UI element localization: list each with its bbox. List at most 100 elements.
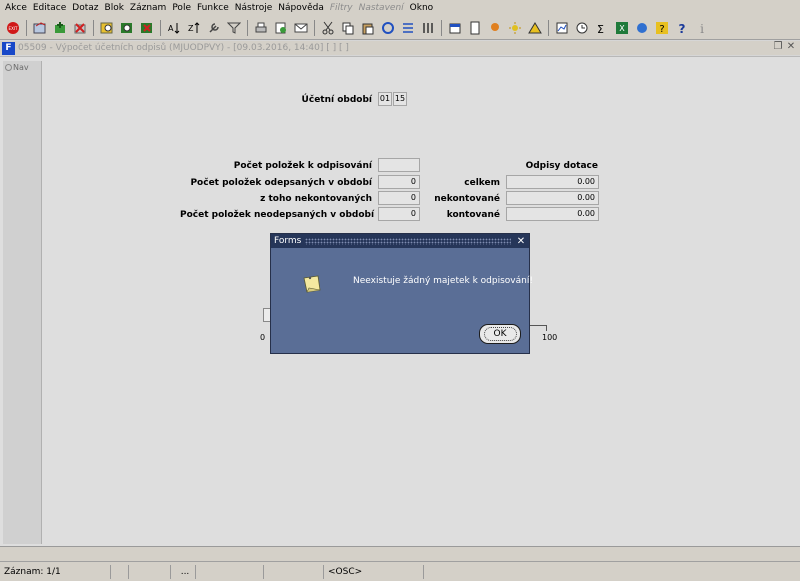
- items-depreciated-field[interactable]: 0: [378, 175, 420, 189]
- close-icon[interactable]: ✕: [786, 41, 796, 52]
- toolbar-separator: [548, 20, 549, 36]
- cut-icon[interactable]: [320, 20, 336, 36]
- period-month-field[interactable]: 01: [378, 92, 392, 106]
- sort-ascending-icon[interactable]: A: [166, 20, 182, 36]
- delete-record-icon[interactable]: [72, 20, 88, 36]
- ok-button[interactable]: OK: [479, 324, 521, 344]
- nav-panel: Nav: [3, 61, 42, 544]
- period-year-field[interactable]: 15: [393, 92, 407, 106]
- menu-item-napoveda[interactable]: Nápověda: [275, 0, 327, 17]
- progress-min-label: 0: [260, 333, 266, 342]
- menu-item-nastroje[interactable]: Nástroje: [232, 0, 276, 17]
- print-icon[interactable]: [253, 20, 269, 36]
- menu-item-zaznam[interactable]: Záznam: [127, 0, 169, 17]
- context-help-icon[interactable]: ?: [674, 20, 690, 36]
- filter-icon[interactable]: [226, 20, 242, 36]
- svg-text:?: ?: [659, 24, 664, 35]
- globe-icon[interactable]: [634, 20, 650, 36]
- toolbar-separator: [441, 20, 442, 36]
- items-not-depreciated-label: Počet položek neodepsaných v období: [180, 210, 375, 220]
- status-record: Záznam: 1/1: [4, 566, 61, 577]
- ok-button-label: OK: [483, 327, 517, 341]
- dialog-titlebar[interactable]: Forms ✕: [271, 234, 529, 248]
- toolbar-separator: [314, 20, 315, 36]
- insert-record-icon[interactable]: [52, 20, 68, 36]
- window-title: 05509 - Výpočet účetních odpisů (MJUODPV…: [18, 43, 349, 53]
- clock-icon[interactable]: [574, 20, 590, 36]
- sort-descending-icon[interactable]: Z: [186, 20, 202, 36]
- window-controls: ❐ ✕: [773, 41, 796, 52]
- menu-item-akce[interactable]: Akce: [2, 0, 30, 17]
- nav-label: Nav: [13, 63, 29, 72]
- dialog-message: Neexistuje žádný majetek k odpisování!: [353, 276, 533, 286]
- warning-icon[interactable]: [527, 20, 543, 36]
- nav-tab[interactable]: Nav: [5, 63, 41, 72]
- uncontrolled-label: nekontované: [434, 194, 500, 204]
- info-icon[interactable]: i: [694, 20, 710, 36]
- columns-icon[interactable]: [420, 20, 436, 36]
- dialog-title: Forms: [274, 236, 302, 246]
- report-icon[interactable]: [273, 20, 289, 36]
- help-icon[interactable]: ?: [654, 20, 670, 36]
- svg-text:X: X: [619, 24, 625, 33]
- status-cell: [263, 564, 323, 579]
- forms-app-icon: F: [2, 41, 15, 55]
- items-not-depreciated-field[interactable]: 0: [378, 207, 420, 221]
- restore-icon[interactable]: ❐: [773, 41, 783, 52]
- toolbar-separator: [160, 20, 161, 36]
- svg-text:Z: Z: [188, 24, 194, 33]
- progress-scale-right: [529, 325, 547, 331]
- copy-icon[interactable]: [340, 20, 356, 36]
- sum-icon[interactable]: Σ: [594, 20, 610, 36]
- list-values-icon[interactable]: [400, 20, 416, 36]
- toolbar-separator: [93, 20, 94, 36]
- dialog-close-icon[interactable]: ✕: [515, 236, 527, 247]
- items-to-depreciate-label: Počet položek k odpisování: [233, 161, 372, 171]
- document-icon[interactable]: [467, 20, 483, 36]
- progress-max-label: 100: [542, 333, 558, 342]
- window-titlebar: F 05509 - Výpočet účetních odpisů (MJUOD…: [0, 41, 800, 55]
- calendar-icon[interactable]: [447, 20, 463, 36]
- of-which-uncontrolled-label: z toho nekontovaných: [260, 194, 372, 204]
- cancel-query-icon[interactable]: [139, 20, 155, 36]
- menu-item-dotaz[interactable]: Dotaz: [69, 0, 101, 17]
- execute-query-icon[interactable]: [119, 20, 135, 36]
- refresh-icon[interactable]: [380, 20, 396, 36]
- svg-text:A: A: [168, 24, 174, 33]
- menu-item-funkce[interactable]: Funkce: [194, 0, 232, 17]
- save-icon[interactable]: [32, 20, 48, 36]
- horizontal-scrollbar[interactable]: [0, 546, 800, 561]
- svg-text:Σ: Σ: [597, 23, 604, 35]
- toolbar-separator: [247, 20, 248, 36]
- pin-icon[interactable]: [487, 20, 503, 36]
- subsidy-header: Odpisy dotace: [525, 161, 598, 171]
- toolbar-separator: [26, 20, 27, 36]
- items-to-depreciate-field[interactable]: [378, 158, 420, 172]
- enter-query-icon[interactable]: [99, 20, 115, 36]
- of-which-uncontrolled-field[interactable]: 0: [378, 191, 420, 205]
- total-field[interactable]: 0.00: [506, 175, 599, 189]
- status-cell: [195, 564, 263, 579]
- sun-icon[interactable]: [507, 20, 523, 36]
- svg-text:?: ?: [679, 22, 686, 35]
- total-label: celkem: [464, 178, 500, 188]
- menu-item-pole[interactable]: Pole: [169, 0, 194, 17]
- uncontrolled-field[interactable]: 0.00: [506, 191, 599, 205]
- chart-icon[interactable]: [554, 20, 570, 36]
- menu-item-filtry: Filtry: [329, 3, 353, 13]
- mail-icon[interactable]: [293, 20, 309, 36]
- paste-icon[interactable]: [360, 20, 376, 36]
- items-depreciated-label: Počet položek odepsaných v období: [190, 178, 372, 188]
- menu-bar: Akce Editace Dotaz Blok Záznam Pole Funkce Nást…: [0, 0, 800, 17]
- status-bar: Záznam: 1/1 ... <OSC>: [0, 561, 800, 581]
- wrench-icon[interactable]: [206, 20, 222, 36]
- controlled-label: kontované: [446, 210, 500, 220]
- svg-text:EXIT: EXIT: [9, 26, 18, 31]
- controlled-field[interactable]: 0.00: [506, 207, 599, 221]
- menu-item-editace[interactable]: Editace: [30, 0, 69, 17]
- exit-icon[interactable]: EXIT: [5, 20, 21, 36]
- excel-icon[interactable]: X: [614, 20, 630, 36]
- menu-item-blok[interactable]: Blok: [102, 0, 127, 17]
- status-cell: [110, 564, 128, 579]
- menu-item-okno[interactable]: Okno: [407, 0, 437, 17]
